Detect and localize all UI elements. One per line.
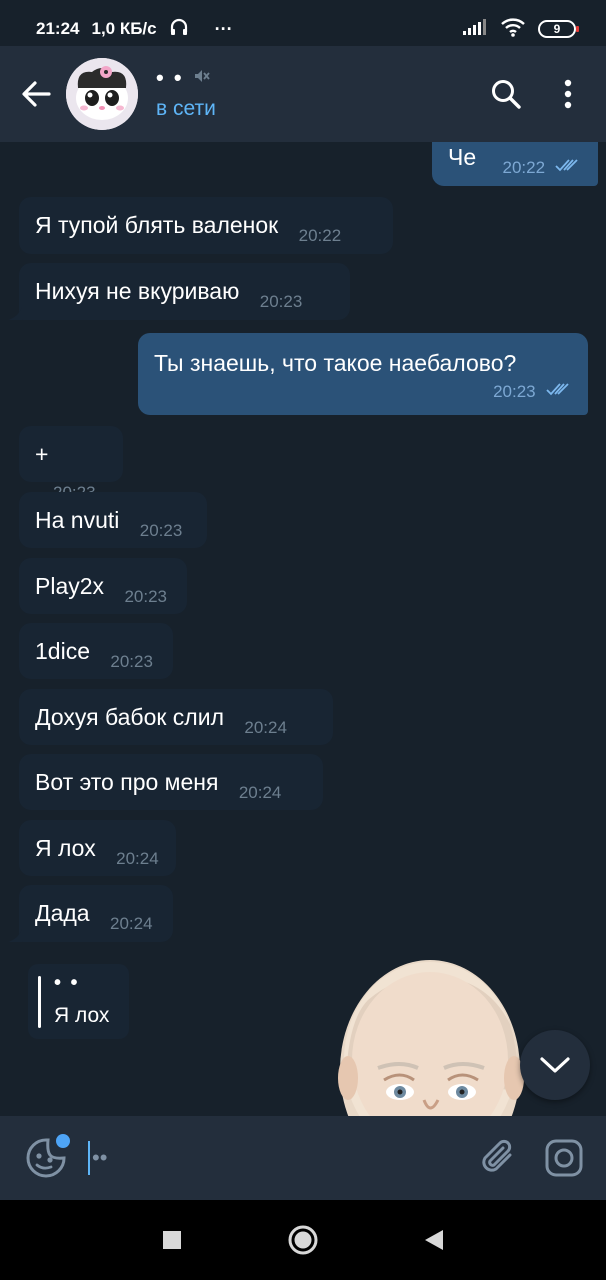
message-text: Нихуя не вкуриваю	[35, 278, 240, 304]
text-caret	[88, 1141, 90, 1175]
bubble-tail	[8, 929, 22, 942]
reply-text: Я лох	[54, 1004, 110, 1027]
attach-button[interactable]	[474, 1134, 522, 1182]
chat-header: • • в сети	[0, 46, 606, 142]
search-button[interactable]	[482, 70, 530, 118]
message-bubble[interactable]: Я лох 20:24	[19, 820, 176, 876]
message-time: 20:24	[116, 849, 159, 868]
chat-status: в сети	[156, 97, 216, 120]
sticker-button[interactable]	[16, 1128, 76, 1188]
message-text: Я тупой блять валенок	[35, 212, 279, 238]
message-time: 20:24	[109, 914, 153, 933]
read-checks-icon	[555, 159, 579, 172]
reply-author: • •	[54, 972, 80, 994]
message-text: Дохуя бабок слил	[35, 704, 224, 730]
chat-title[interactable]: • •	[156, 65, 184, 91]
message-text: Play2x	[35, 573, 105, 599]
message-bubble[interactable]: Play2x 20:23	[19, 558, 187, 614]
battery-level: 9	[553, 22, 561, 36]
message-input[interactable]: ••	[88, 1134, 474, 1182]
notification-dot	[56, 1134, 70, 1148]
reply-bar	[38, 976, 41, 1028]
message-bubble[interactable]: На nvuti 20:23	[19, 492, 207, 548]
status-more-dots: ···	[214, 18, 233, 39]
bubble-tail	[8, 307, 22, 320]
message-text: 1dice	[35, 638, 90, 664]
search-icon	[492, 80, 521, 109]
message-bubble[interactable]: Дада 20:24	[19, 885, 173, 942]
sticker-image[interactable]	[338, 960, 524, 1116]
message-time: 20:23	[124, 587, 167, 606]
message-bubble[interactable]: Вот это про меня 20:24	[19, 754, 323, 810]
message-time: 20:24	[244, 718, 287, 737]
message-input-placeholder: ••	[92, 1145, 108, 1170]
message-text: Я лох	[35, 835, 96, 861]
system-nav-bar	[0, 1200, 606, 1280]
battery-icon: 9	[538, 20, 579, 38]
message-bubble[interactable]: Ты знаешь, что такое наебалово? 20:23	[138, 333, 588, 415]
camera-icon	[545, 1139, 583, 1177]
status-speed: 1,0 КБ/с	[91, 19, 157, 38]
back-nav-icon[interactable]	[423, 1228, 445, 1252]
message-list[interactable]: Че 20:22 Я тупой блять валенок 20:22 Них…	[0, 142, 606, 1116]
message-time: 20:24	[238, 783, 282, 802]
message-time: 20:22	[502, 158, 546, 177]
muted-icon	[192, 65, 210, 91]
home-icon[interactable]	[287, 1224, 319, 1256]
camera-button[interactable]	[540, 1134, 588, 1182]
message-text: Че	[448, 144, 477, 170]
signal-icon	[462, 18, 488, 41]
message-time: 20:23	[493, 382, 536, 401]
message-time: 20:23	[139, 521, 183, 540]
message-bubble[interactable]: Че 20:22	[432, 142, 598, 186]
paperclip-icon	[482, 1139, 512, 1172]
message-text: +	[35, 441, 49, 467]
message-text: Вот это про меня	[35, 769, 219, 795]
more-vertical-icon	[564, 79, 572, 109]
read-checks-icon	[546, 383, 569, 396]
reply-quote[interactable]: • • Я лох	[28, 964, 129, 1039]
arrow-left-icon	[22, 81, 51, 107]
headphones-icon	[169, 18, 189, 41]
message-bubble[interactable]: Я тупой блять валенок 20:22	[19, 197, 393, 254]
message-bubble[interactable]: Нихуя не вкуриваю 20:23	[19, 263, 350, 320]
message-time: 20:23	[110, 652, 153, 671]
more-button[interactable]	[544, 70, 592, 118]
back-button[interactable]	[0, 46, 72, 142]
status-time: 21:24	[36, 19, 80, 38]
scroll-down-button[interactable]	[520, 1030, 590, 1100]
wifi-icon	[500, 17, 526, 42]
message-text: Дада	[35, 900, 90, 926]
message-text: На nvuti	[35, 507, 120, 533]
message-bubble[interactable]: Дохуя бабок слил 20:24	[19, 689, 333, 745]
avatar[interactable]	[66, 58, 138, 130]
message-time: 20:22	[298, 226, 342, 245]
message-bubble[interactable]: + 20:23	[19, 426, 123, 502]
recents-icon[interactable]	[161, 1229, 183, 1251]
chevron-down-icon	[540, 1057, 570, 1073]
composer: ••	[0, 1116, 606, 1200]
message-bubble[interactable]: 1dice 20:23	[19, 623, 173, 679]
message-time: 20:23	[259, 292, 303, 311]
